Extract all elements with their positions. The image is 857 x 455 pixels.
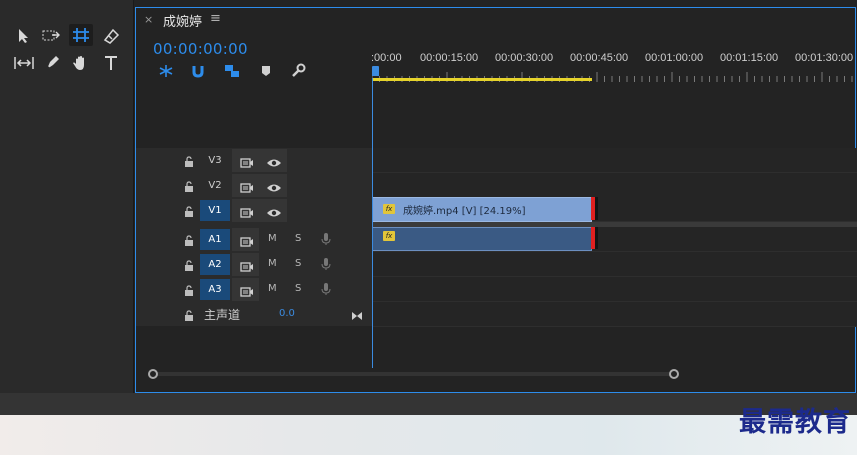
eye-icon[interactable] [266, 204, 282, 223]
track-header-a2: A2 M S [136, 252, 372, 277]
mute-button[interactable]: M [268, 233, 277, 244]
microphone-icon[interactable] [321, 281, 331, 300]
track-target-a2[interactable]: A2 [200, 254, 230, 275]
eye-icon[interactable] [266, 154, 282, 173]
lock-icon[interactable] [184, 178, 194, 197]
sync-lock-icon[interactable] [240, 204, 254, 223]
go-to-out-icon[interactable] [351, 307, 363, 326]
lock-icon[interactable] [184, 203, 194, 222]
timeline-settings-icon[interactable] [288, 63, 308, 79]
lock-icon[interactable] [184, 232, 194, 251]
razor-tool-icon[interactable] [99, 25, 123, 47]
track-name[interactable]: V2 [200, 175, 230, 196]
track-lanes: fx 成婉婷.mp4 [V] [24.19%] fx [372, 148, 857, 327]
clip-end-shadow [595, 197, 598, 220]
track-target-a3[interactable]: A3 [200, 279, 230, 300]
playhead-line[interactable] [372, 78, 373, 368]
time-ruler[interactable]: :00:00 00:00:15:00 00:00:30:00 00:00:45:… [371, 32, 857, 82]
lane-v3[interactable] [372, 148, 857, 173]
snap-icon[interactable] [188, 63, 208, 79]
lock-icon[interactable] [184, 282, 194, 301]
linked-selection-icon[interactable] [222, 63, 242, 79]
microphone-icon[interactable] [321, 231, 331, 250]
lock-icon[interactable] [184, 257, 194, 276]
playhead-handle[interactable] [372, 66, 379, 76]
audio-clip[interactable]: fx [372, 227, 598, 251]
lane-a2[interactable] [372, 252, 857, 277]
solo-button[interactable]: S [295, 283, 301, 294]
timeline-panel: × 成婉婷 ≡ 00:00:00:00 :00:00 00:00:15:00 0… [135, 7, 857, 393]
nest-toggle-icon[interactable] [156, 63, 176, 79]
watermark-text: 最需教育 [739, 407, 851, 438]
background-strip [0, 415, 857, 455]
app-root: × 成婉婷 ≡ 00:00:00:00 :00:00 00:00:15:00 0… [0, 0, 857, 455]
video-clip[interactable]: fx 成婉婷.mp4 [V] [24.19%] [372, 197, 598, 222]
clip-end-shadow [595, 227, 598, 249]
work-area-bar[interactable] [372, 78, 592, 81]
timeline-tab[interactable]: × 成婉婷 ≡ [136, 8, 855, 32]
ruler-label: 00:00:30:00 [495, 52, 554, 64]
sync-lock-icon[interactable] [240, 179, 254, 198]
mute-button[interactable]: M [268, 258, 277, 269]
tools-panel [0, 0, 134, 393]
fx-badge: fx [383, 204, 395, 214]
lane-master[interactable] [372, 302, 857, 327]
playhead-timecode[interactable]: 00:00:00:00 [153, 40, 248, 58]
lock-icon[interactable] [184, 153, 194, 172]
track-header-v1: V1 [136, 198, 372, 223]
track-name[interactable]: V3 [200, 150, 230, 171]
track-header-a3: A3 M S [136, 277, 372, 302]
scroll-handle-right[interactable] [669, 369, 679, 379]
horizontal-zoom-scrollbar[interactable] [152, 372, 678, 376]
master-volume-value[interactable]: 0.0 [279, 308, 295, 319]
sync-lock-icon[interactable] [240, 154, 254, 173]
track-target-v1[interactable]: V1 [200, 200, 230, 221]
fx-badge: fx [383, 231, 395, 241]
ruler-label: :00:00 [371, 52, 402, 64]
ripple-edit-tool-icon[interactable] [69, 24, 93, 46]
lane-a3[interactable] [372, 277, 857, 302]
track-header-a1: A1 M S [136, 227, 372, 252]
pen-tool-icon[interactable] [40, 52, 64, 74]
solo-button[interactable]: S [295, 258, 301, 269]
lane-v2[interactable] [372, 173, 857, 198]
eye-icon[interactable] [266, 179, 282, 198]
sync-lock-icon[interactable] [240, 233, 254, 252]
hand-tool-icon[interactable] [69, 52, 93, 74]
panel-menu-icon[interactable]: ≡ [210, 11, 221, 26]
ruler-label: 00:00:45:00 [570, 52, 629, 64]
mute-button[interactable]: M [268, 283, 277, 294]
microphone-icon[interactable] [321, 256, 331, 275]
ruler-label: 00:00:15:00 [420, 52, 479, 64]
slip-tool-icon[interactable] [12, 52, 36, 74]
solo-button[interactable]: S [295, 233, 301, 244]
ruler-label: 00:01:30:00 [795, 52, 854, 64]
lock-icon[interactable] [184, 307, 194, 326]
ruler-label: 00:01:00:00 [645, 52, 704, 64]
status-bar [0, 393, 857, 415]
track-header-v3: V3 [136, 148, 372, 173]
add-marker-icon[interactable] [256, 63, 276, 79]
master-track-label: 主声道 [204, 308, 241, 322]
sequence-title[interactable]: 成婉婷 [163, 11, 202, 30]
track-header-master: 主声道 0.0 [136, 302, 372, 327]
sync-lock-icon[interactable] [240, 283, 254, 302]
type-tool-icon[interactable] [99, 52, 123, 74]
track-target-a1[interactable]: A1 [200, 229, 230, 250]
video-clip-label: 成婉婷.mp4 [V] [24.19%] [403, 206, 526, 217]
track-headers: V3 V2 V1 A1 M S A2 M S A3 M S 主声道 0.0 [136, 148, 372, 326]
track-select-tool-icon[interactable] [40, 25, 64, 47]
close-tab-icon[interactable]: × [144, 13, 153, 26]
sync-lock-icon[interactable] [240, 258, 254, 277]
track-header-v2: V2 [136, 173, 372, 198]
ruler-label: 00:01:15:00 [720, 52, 779, 64]
scroll-handle-left[interactable] [148, 369, 158, 379]
selection-tool-icon[interactable] [12, 25, 36, 47]
